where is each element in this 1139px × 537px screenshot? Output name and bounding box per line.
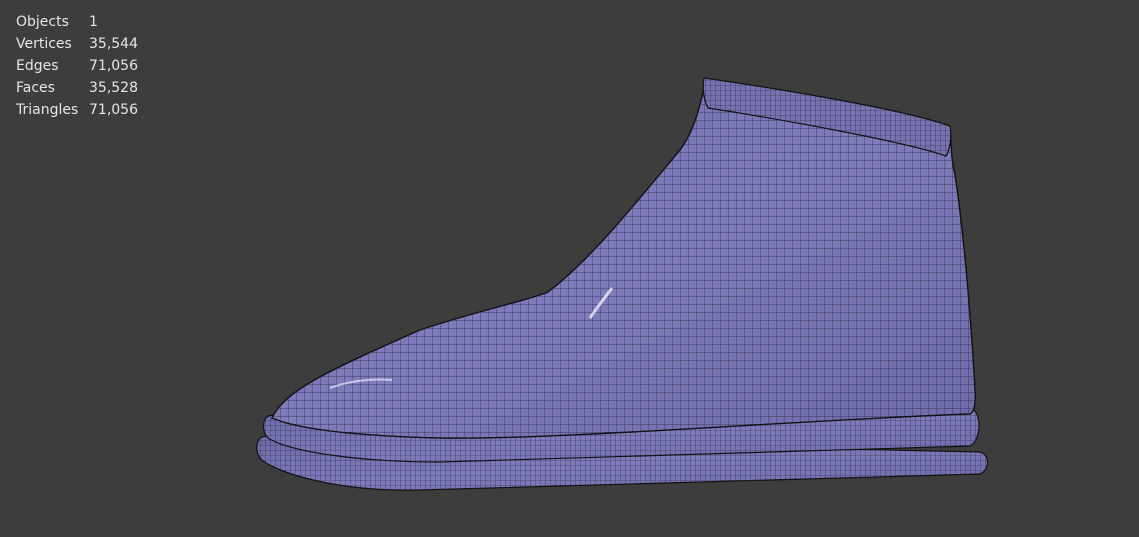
3d-viewport[interactable]: Objects 1 Vertices 35,544 Edges 71,056 F… xyxy=(0,0,1139,537)
boot-mesh-model[interactable] xyxy=(0,0,1139,537)
boot-upper-mesh xyxy=(271,77,976,439)
